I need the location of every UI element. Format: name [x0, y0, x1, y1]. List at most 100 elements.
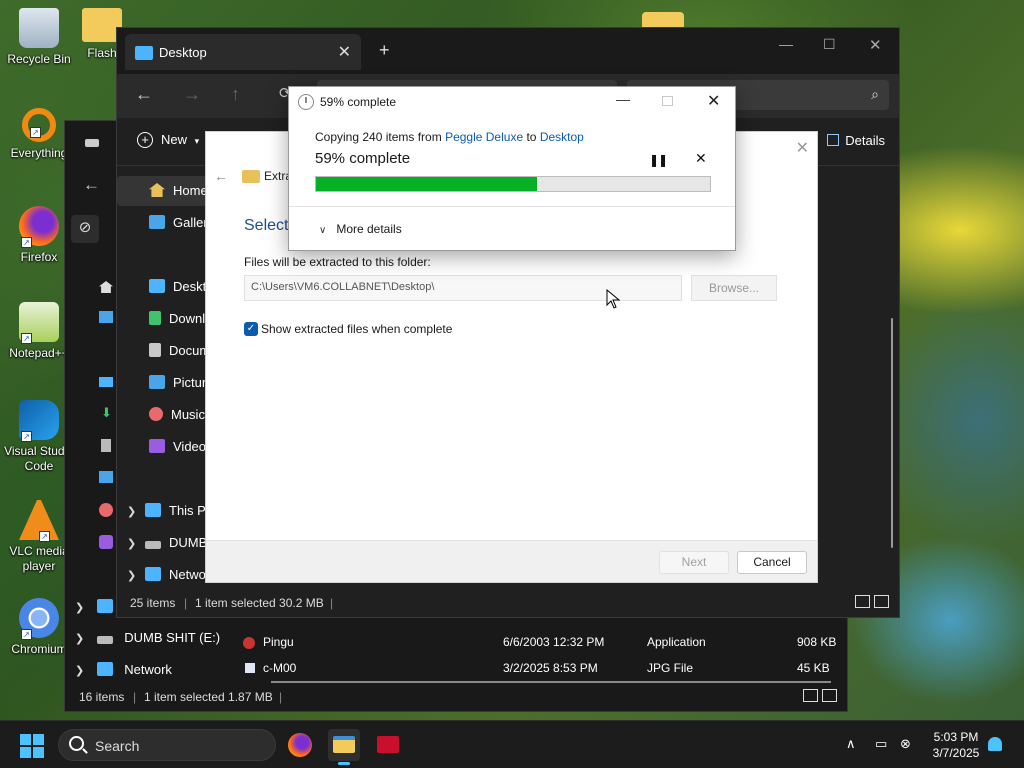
- details-pane-button[interactable]: Details: [827, 133, 885, 148]
- minimize-button[interactable]: —: [616, 91, 630, 107]
- chevron-right-icon: ❯: [127, 538, 137, 550]
- details-view-icon[interactable]: [803, 689, 818, 702]
- clock-time: 5:03 PM: [933, 730, 979, 744]
- close-window-button[interactable]: ✕: [869, 36, 882, 54]
- folder-icon[interactable]: [642, 12, 684, 28]
- chromium-icon: ↗: [19, 598, 59, 640]
- pause-icon[interactable]: ❚❚: [649, 153, 668, 167]
- taskbar-app-firefox[interactable]: [284, 729, 316, 761]
- horizontal-scrollbar[interactable]: [271, 681, 831, 683]
- sidebar-item-this-pc[interactable]: ❯ This PC: [127, 503, 215, 527]
- next-button[interactable]: Next: [659, 551, 729, 574]
- file-type: Application: [647, 635, 706, 649]
- recycle-bin-icon: [19, 8, 59, 48]
- sidebar-item-dumb-shit[interactable]: ❯ DUMB SHIT (E:): [75, 630, 220, 654]
- desktop-icon-label: Everything: [10, 146, 68, 160]
- show-files-checkbox[interactable]: ✓: [244, 322, 258, 336]
- source-link[interactable]: Peggle Deluxe: [445, 130, 523, 144]
- tiles-view-icon[interactable]: [874, 595, 889, 608]
- sidebar-item-label: Music: [171, 407, 205, 422]
- tab-desktop[interactable]: Desktop ✕: [125, 34, 361, 70]
- chevron-down-icon: ▾: [194, 136, 200, 146]
- maximize-button[interactable]: ☐: [823, 36, 836, 53]
- table-row[interactable]: Pingu 6/6/2003 12:32 PM Application 908 …: [237, 631, 837, 655]
- table-row[interactable]: c-M00 3/2/2025 8:53 PM JPG File 45 KB: [237, 657, 837, 673]
- taskbar-search[interactable]: Search: [58, 729, 276, 761]
- network-status-icon[interactable]: ▭: [875, 736, 887, 752]
- back-button[interactable]: ←: [135, 84, 153, 105]
- taskbar-app-file-explorer[interactable]: [328, 729, 360, 765]
- desktop-icon-label: Firefox: [20, 250, 58, 264]
- status-selection: 1 item selected 30.2 MB: [195, 596, 324, 610]
- browse-button[interactable]: Browse...: [691, 275, 777, 301]
- maximize-button: [662, 96, 673, 106]
- sidebar-item-music[interactable]: Music: [149, 407, 205, 431]
- minimize-button[interactable]: —: [779, 36, 793, 52]
- windows-logo-icon: [20, 734, 31, 745]
- chevron-up-icon[interactable]: ∧: [846, 736, 856, 752]
- stop-icon[interactable]: ✕: [695, 150, 707, 167]
- shortcut-arrow-icon: ↗: [21, 431, 32, 442]
- up-button[interactable]: ↑: [231, 84, 240, 105]
- status-separator: |: [184, 596, 188, 610]
- tab-label: Desktop: [159, 45, 207, 60]
- windows-logo-icon: [20, 747, 31, 758]
- tiles-view-icon[interactable]: [822, 689, 837, 702]
- file-icon: [245, 663, 255, 673]
- close-tab-icon[interactable]: ✕: [338, 42, 351, 62]
- no-entry-icon: ⊘: [71, 215, 99, 243]
- network-icon: [145, 567, 161, 581]
- forward-button[interactable]: →: [183, 84, 201, 105]
- music-icon: [99, 503, 113, 517]
- show-files-checkbox-label[interactable]: Show extracted files when complete: [261, 322, 452, 336]
- copy-prefix: Copying 240 items from: [315, 130, 446, 144]
- new-label: New: [161, 132, 188, 147]
- details-view-icon[interactable]: [855, 595, 870, 608]
- windows-logo-icon: [33, 747, 44, 758]
- terminal-icon: [377, 736, 399, 753]
- chevron-right-icon: ❯: [75, 633, 85, 645]
- new-tab-button[interactable]: +: [379, 40, 390, 61]
- volume-muted-icon[interactable]: ⊗: [900, 736, 911, 752]
- sidebar-item-videos[interactable]: Videos: [149, 439, 213, 463]
- taskbar-app-terminal[interactable]: [372, 729, 404, 761]
- sidebar-item-network[interactable]: ❯ Network: [127, 567, 217, 591]
- windows-logo-icon: [33, 734, 44, 745]
- cancel-button[interactable]: Cancel: [737, 551, 807, 574]
- file-icon: [243, 637, 255, 649]
- destination-link[interactable]: Desktop: [540, 130, 584, 144]
- sidebar-item-label: Network: [124, 662, 172, 677]
- system-clock[interactable]: 5:03 PM 3/7/2025: [922, 729, 990, 761]
- shortcut-arrow-icon: ↗: [30, 127, 41, 138]
- sidebar-item-network-back[interactable]: ❯ Network: [75, 662, 172, 686]
- new-item-button[interactable]: + New ▾: [137, 132, 199, 148]
- chevron-right-icon: ❯: [127, 506, 137, 518]
- downloads-icon: [149, 311, 161, 325]
- desktop-icon-label: Flash: [87, 46, 117, 60]
- search-icon: [69, 736, 84, 751]
- desktop-folder-icon: [135, 46, 153, 60]
- gallery-icon: [149, 215, 165, 229]
- sidebar-item-dumb[interactable]: ❯ DUMB: [127, 535, 207, 559]
- desktop-icon-recycle-bin[interactable]: Recycle Bin: [4, 8, 74, 67]
- status-bar: 16 items | 1 item selected 1.87 MB |: [65, 685, 847, 711]
- vertical-scrollbar[interactable]: [891, 318, 893, 548]
- more-details-label: More details: [336, 222, 402, 236]
- file-size: 908 KB: [797, 635, 837, 649]
- close-icon[interactable]: ✕: [796, 138, 809, 158]
- back-arrow-icon[interactable]: ←: [83, 175, 100, 195]
- status-item-count: 16 items: [79, 690, 125, 704]
- sidebar-item-this-pc-back[interactable]: ❯: [75, 599, 121, 623]
- divider: [289, 206, 735, 207]
- details-label: Details: [845, 133, 885, 148]
- back-arrow-icon[interactable]: ←: [214, 168, 228, 184]
- sidebar-item-home[interactable]: Home: [149, 183, 208, 207]
- close-window-button[interactable]: ✕: [707, 91, 720, 111]
- status-bar: 25 items | 1 item selected 30.2 MB |: [117, 591, 899, 617]
- start-button[interactable]: [20, 734, 44, 758]
- more-details-toggle[interactable]: ∨ More details: [319, 222, 402, 236]
- nav-sidebar: Home Gallery Desktop Downloads Documents…: [117, 166, 235, 591]
- taskbar-search-label: Search: [95, 738, 140, 754]
- notification-bell-icon[interactable]: [988, 737, 1002, 751]
- network-icon: [96, 662, 113, 676]
